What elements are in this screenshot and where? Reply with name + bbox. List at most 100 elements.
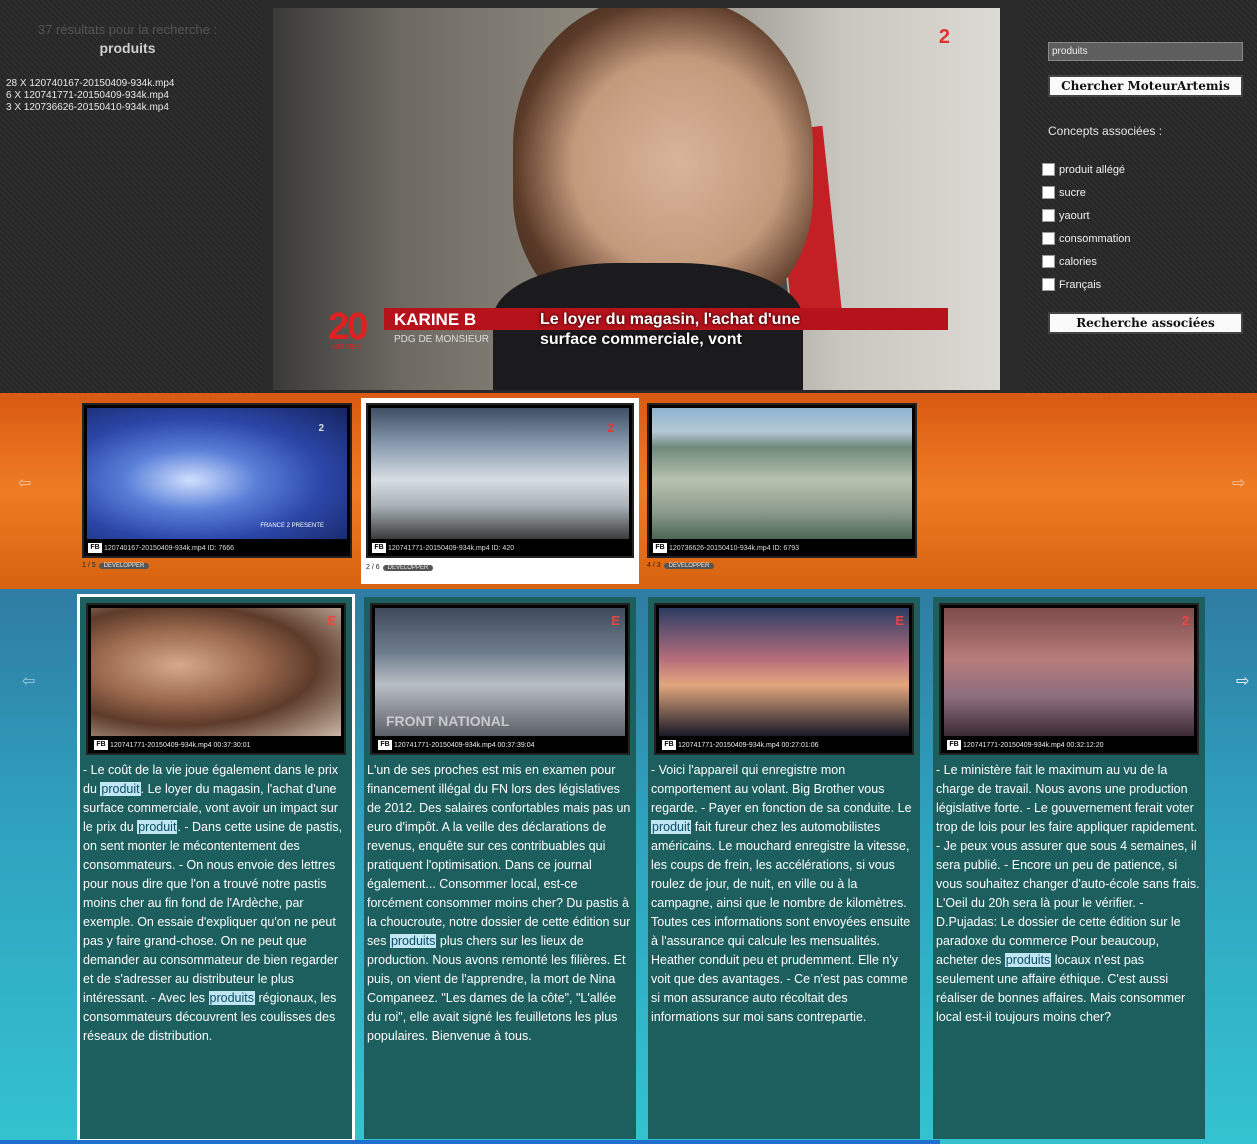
subtitle-line: surface commerciale, vont [540,331,742,348]
clip-index-text: 1 / 5 [82,562,96,569]
clip-thumbnail[interactable]: 2 FB 120741771-20150409-934k.mp4 ID: 420 [366,403,634,558]
channel-logo: E [895,613,904,628]
clip-image [652,408,912,539]
channel-logo: 2 [318,423,324,434]
result-file-item[interactable]: 28 X 120740167-20150409-934k.mp4 [6,78,174,90]
fb-logo-icon: FB [372,543,386,553]
develop-button[interactable]: DEVELOPPER [98,563,150,569]
channel-logo: E [611,613,620,628]
fb-logo-icon: FB [662,740,676,750]
search-term-highlight: produit [651,820,692,834]
transcript-card[interactable]: FRONT NATIONAL E FB 120741771-20150409-93… [364,597,636,1139]
results-count: 37 résultats pour la recherche : [37,22,218,37]
search-term-highlight: produits [1004,953,1052,967]
show-logo-sub: HEURES [332,344,362,351]
transcript-next-arrow-icon[interactable]: ⇨ [1236,671,1249,691]
taskbar-edge [0,1140,940,1144]
results-panel: 37 résultats pour la recherche : produit… [0,0,262,393]
concept-item[interactable]: yaourt [1042,204,1131,227]
related-search-button[interactable]: Recherche associées [1048,312,1243,334]
clip-meta-text: 120741771-20150409-934k.mp4 00:27:01:06 [678,741,819,749]
clip-meta: FB 120741771-20150409-934k.mp4 00:32:12:2… [947,740,1104,750]
speaker-role: PDG DE MONSIEUR [394,334,490,345]
search-term-highlight: produits [208,991,256,1005]
clip-card-selected[interactable]: 2 FB 120741771-20150409-934k.mp4 ID: 420 … [361,398,639,584]
clip-image [659,608,909,736]
video-player[interactable]: 2 20 HEURES KARINE B PDG DE MONSIEUR Le … [273,8,1000,390]
clip-image [87,408,347,539]
top-region: 37 résultats pour la recherche : produit… [0,0,1257,393]
clip-overlay-text: FRANCE 2 PRESENTE [260,523,324,529]
search-panel: Chercher MoteurArtemis Concepts associée… [1024,0,1257,393]
develop-button[interactable]: DEVELOPPER [382,565,434,571]
clip-meta: FB 120741771-20150409-934k.mp4 00:27:01:0… [662,740,819,750]
clip-thumbnail[interactable]: 2 FRANCE 2 PRESENTE FB 120740167-20150409… [82,403,352,558]
concept-checkbox[interactable] [1042,232,1055,245]
clip-overlay-text: FRONT NATIONAL [386,713,510,729]
clip-thumbnail[interactable]: FB 120736626-20150410-934k.mp4 ID: 6793 [647,403,917,558]
carousel-next-arrow-icon[interactable]: ⇨ [1232,473,1245,493]
clip-meta-text: 120740167-20150409-934k.mp4 ID: 7666 [104,544,234,552]
concept-checkbox[interactable] [1042,278,1055,291]
search-term-highlight: produit [100,782,141,796]
develop-button[interactable]: DEVELOPPER [663,563,715,569]
channel-logo: 2 [938,26,950,48]
clip-meta-text: 120741771-20150409-934k.mp4 00:37:30:01 [110,741,251,749]
clip-meta-text: 120741771-20150409-934k.mp4 ID: 420 [388,544,515,552]
transcript-card[interactable]: 2 FB 120741771-20150409-934k.mp4 00:32:12… [933,597,1205,1139]
concept-item[interactable]: consommation [1042,227,1131,250]
result-file-item[interactable]: 3 X 120736626-20150410-934k.mp4 [6,102,174,114]
clip-index: 4 / 3 DEVELOPPER [647,562,715,569]
transcript-prev-arrow-icon[interactable]: ⇦ [22,671,35,691]
clip-image [371,408,629,539]
transcript-text: L'un de ses proches est mis en examen po… [367,761,633,1046]
clip-meta: FB 120741771-20150409-934k.mp4 00:37:39:0… [378,740,535,750]
clip-image [91,608,341,736]
concept-checkbox[interactable] [1042,209,1055,222]
transcript-card-selected[interactable]: E FB 120741771-20150409-934k.mp4 00:37:30… [77,594,355,1142]
transcript-thumbnail[interactable]: 2 FB 120741771-20150409-934k.mp4 00:32:12… [939,603,1199,755]
clip-meta: FB 120741771-20150409-934k.mp4 00:37:30:0… [94,740,251,750]
clip-meta: FB 120740167-20150409-934k.mp4 ID: 7666 [88,543,234,553]
channel-logo: 2 [1181,613,1189,628]
search-button[interactable]: Chercher MoteurArtemis [1048,75,1243,97]
transcript-carousel: ⇦ ⇨ E FB 120741771-20150409-934k.mp4 00:3… [0,589,1257,1144]
concept-label: yaourt [1059,209,1090,222]
results-query: produits [99,40,156,56]
transcript-thumbnail[interactable]: E FB 120741771-20150409-934k.mp4 00:37:30… [86,603,346,755]
show-logo-number: 20 [328,306,368,348]
concept-item[interactable]: calories [1042,250,1131,273]
clip-index: 2 / 6 DEVELOPPER [366,564,434,571]
transcript-text: - Le ministère fait le maximum au vu de … [936,761,1202,1027]
concept-checkbox[interactable] [1042,186,1055,199]
transcript-segment: fait fureur chez les automobilistes amér… [651,820,911,1024]
concept-label: calories [1059,255,1097,268]
clip-index: 1 / 5 DEVELOPPER [82,562,150,569]
concept-item[interactable]: sucre [1042,181,1131,204]
concept-item[interactable]: produit allégé [1042,158,1131,181]
transcript-text: - Voici l'appareil qui enregistre mon co… [651,761,917,1027]
clip-card[interactable]: FB 120736626-20150410-934k.mp4 ID: 6793 4… [647,403,917,575]
transcript-segment: plus chers sur les lieux de production. … [367,934,626,1043]
transcript-segment: - Voici l'appareil qui enregistre mon co… [651,763,912,815]
concept-label: consommation [1059,232,1131,245]
clip-card[interactable]: 2 FRANCE 2 PRESENTE FB 120740167-20150409… [82,403,352,575]
fb-logo-icon: FB [653,543,667,553]
fb-logo-icon: FB [94,740,108,750]
transcript-thumbnail[interactable]: FRONT NATIONAL E FB 120741771-20150409-93… [370,603,630,755]
lower-third: 20 HEURES KARINE B PDG DE MONSIEUR Le lo… [328,306,948,358]
concept-label: Français [1059,278,1102,291]
fb-logo-icon: FB [947,740,961,750]
transcript-thumbnail[interactable]: E FB 120741771-20150409-934k.mp4 00:27:01… [654,603,914,755]
concept-item[interactable]: Français [1042,273,1131,296]
transcript-segment: - Le ministère fait le maximum au vu de … [936,763,1200,967]
carousel-prev-arrow-icon[interactable]: ⇦ [18,473,31,493]
search-input[interactable] [1048,42,1243,61]
result-file-list: 28 X 120740167-20150409-934k.mp4 6 X 120… [6,78,174,114]
fb-logo-icon: FB [88,543,102,553]
concept-checkbox[interactable] [1042,163,1055,176]
channel-logo: E [327,613,336,628]
result-file-item[interactable]: 6 X 120741771-20150409-934k.mp4 [6,90,174,102]
transcript-card[interactable]: E FB 120741771-20150409-934k.mp4 00:27:01… [648,597,920,1139]
concept-checkbox[interactable] [1042,255,1055,268]
